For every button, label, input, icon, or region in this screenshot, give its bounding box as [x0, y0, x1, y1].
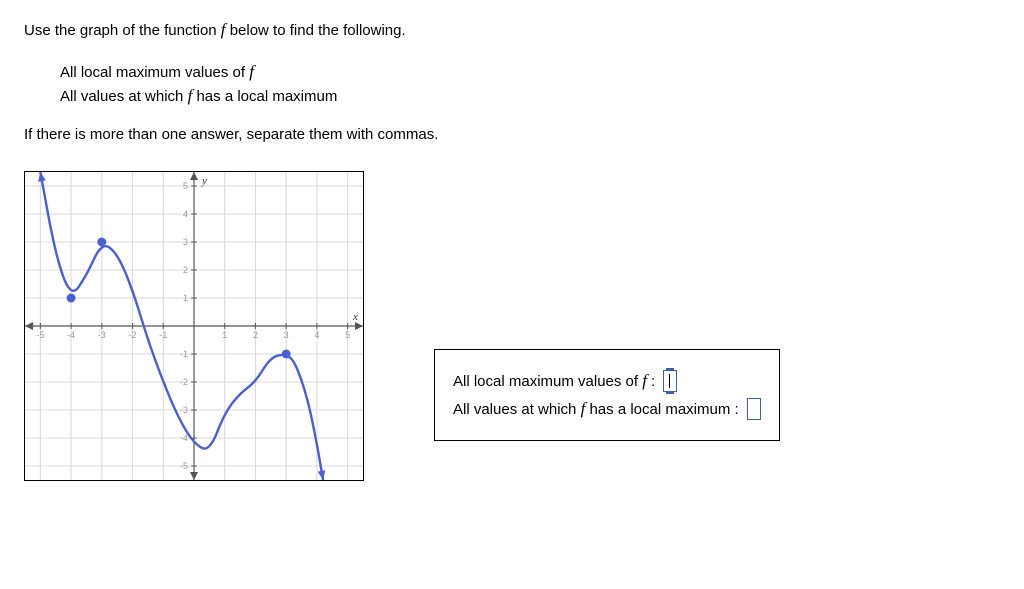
- item2-text-a: All values at which: [60, 88, 188, 105]
- question-sublist: All local maximum values of f All values…: [24, 62, 1000, 106]
- svg-text:-1: -1: [159, 330, 167, 340]
- instruction-part2: below to find the following.: [226, 22, 406, 39]
- item1-f: f: [249, 62, 254, 81]
- chart-svg: -5-4-3-2-112345-5-4-3-2-112345xy: [25, 172, 363, 480]
- svg-text:-3: -3: [98, 330, 106, 340]
- instruction-part1: Use the graph of the function: [24, 22, 221, 39]
- svg-text:5: 5: [345, 330, 350, 340]
- answer1-input[interactable]: [663, 370, 677, 392]
- svg-text:-5: -5: [180, 461, 188, 471]
- answer1-text-c: :: [647, 373, 655, 390]
- svg-text:4: 4: [314, 330, 319, 340]
- svg-text:1: 1: [222, 330, 227, 340]
- answer2-text-a: All values at which: [453, 401, 581, 418]
- svg-text:1: 1: [183, 293, 188, 303]
- svg-text:-3: -3: [180, 405, 188, 415]
- svg-text:x: x: [352, 311, 358, 323]
- answer-row-2: All values at which f has a local maximu…: [453, 398, 761, 420]
- svg-text:-2: -2: [180, 377, 188, 387]
- sublist-item-1: All local maximum values of f: [60, 62, 1000, 82]
- comma-instruction: If there is more than one answer, separa…: [24, 126, 1000, 143]
- svg-text:3: 3: [284, 330, 289, 340]
- svg-text:2: 2: [253, 330, 258, 340]
- answer2-label: All values at which f has a local maximu…: [453, 399, 739, 419]
- sublist-item-2: All values at which f has a local maximu…: [60, 86, 1000, 106]
- answer-row-1: All local maximum values of f :: [453, 370, 761, 392]
- answer1-label: All local maximum values of f :: [453, 371, 655, 391]
- svg-text:-2: -2: [129, 330, 137, 340]
- svg-text:4: 4: [183, 209, 188, 219]
- svg-text:5: 5: [183, 181, 188, 191]
- svg-text:3: 3: [183, 237, 188, 247]
- answer-box: All local maximum values of f : All valu…: [434, 349, 780, 441]
- item2-text-c: has a local maximum: [192, 88, 337, 105]
- instruction-text: Use the graph of the function f below to…: [24, 20, 1000, 40]
- answer1-text-a: All local maximum values of: [453, 373, 642, 390]
- svg-text:-5: -5: [36, 330, 44, 340]
- svg-text:-1: -1: [180, 349, 188, 359]
- answer2-text-c: has a local maximum :: [585, 401, 738, 418]
- function-graph: -5-4-3-2-112345-5-4-3-2-112345xy: [24, 171, 364, 481]
- svg-text:-4: -4: [67, 330, 75, 340]
- content-row: -5-4-3-2-112345-5-4-3-2-112345xy All loc…: [24, 171, 1000, 481]
- svg-text:-4: -4: [180, 433, 188, 443]
- svg-text:y: y: [201, 175, 207, 187]
- answer2-input[interactable]: [747, 398, 761, 420]
- svg-text:2: 2: [183, 265, 188, 275]
- item1-text: All local maximum values of: [60, 64, 249, 81]
